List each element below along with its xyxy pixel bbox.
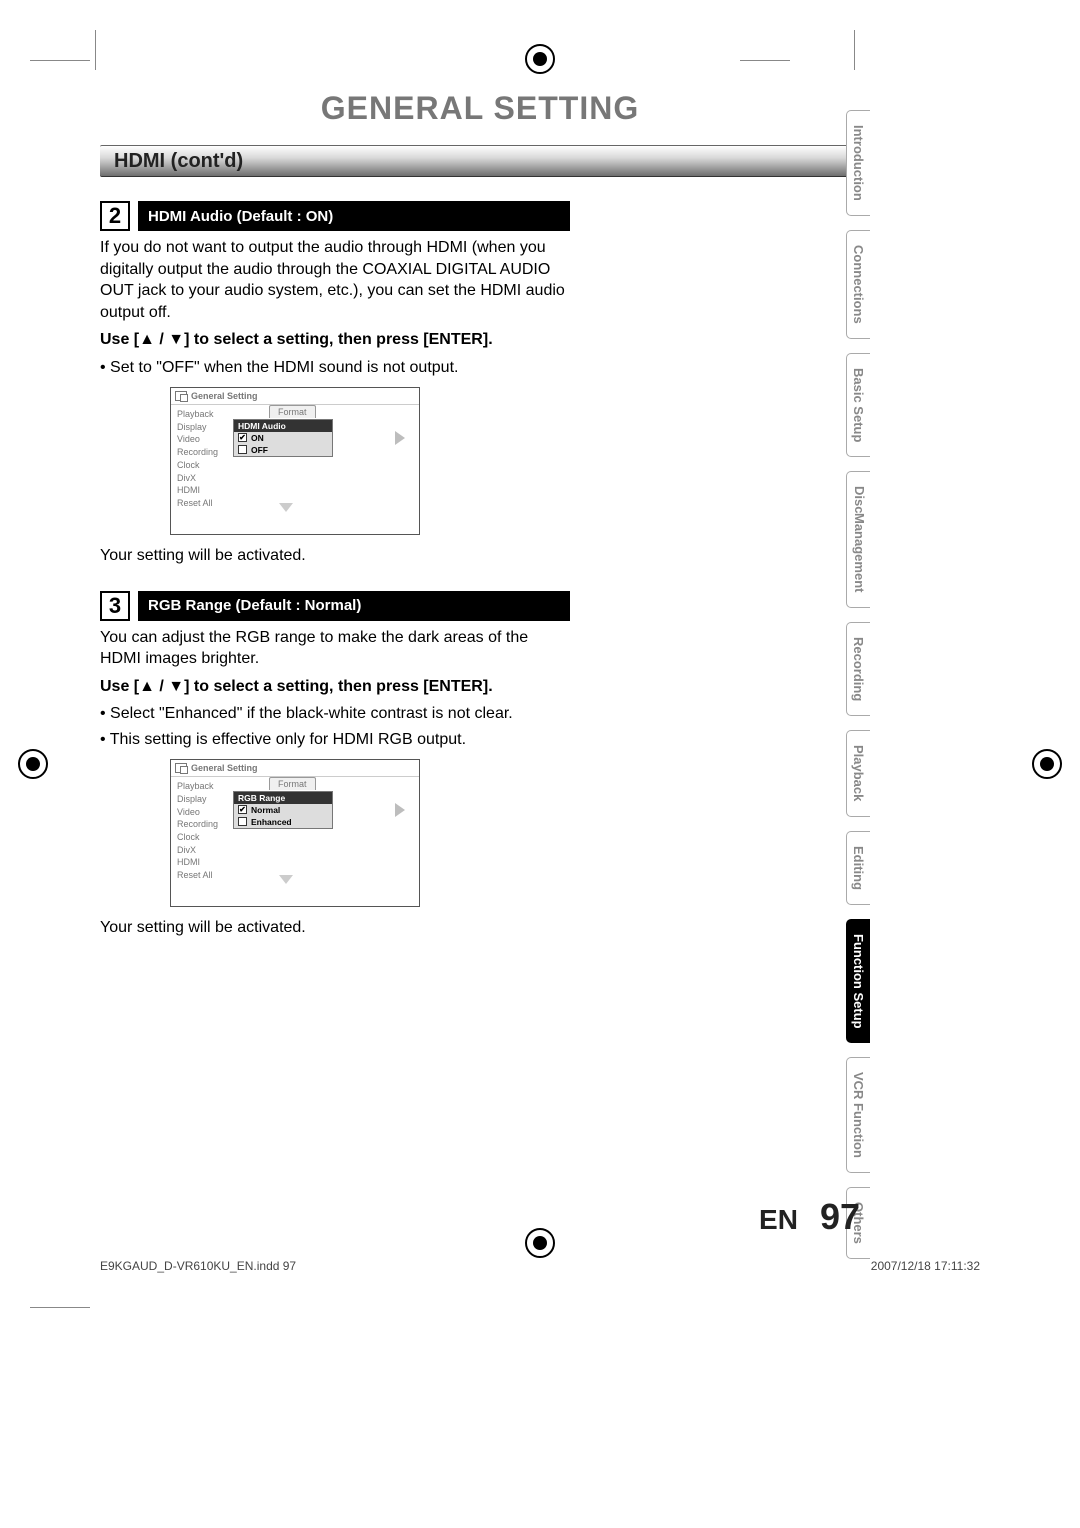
window-icon	[175, 391, 187, 401]
osd-menu-item: Video	[177, 434, 229, 447]
osd-menu: Playback Display Video Recording Clock D…	[177, 781, 229, 883]
side-tab-playback[interactable]: Playback	[846, 730, 870, 816]
side-tab-function-setup[interactable]: Function Setup	[846, 919, 870, 1044]
bullet-item: • Select "Enhanced" if the black-white c…	[100, 703, 570, 725]
osd-menu-item: Video	[177, 806, 229, 819]
side-tabs: Introduction Connections Basic Setup Dis…	[846, 110, 870, 1259]
popup-option-label: ON	[251, 433, 264, 443]
popup-title: HDMI Audio	[234, 420, 332, 432]
section-heading-label: HDMI (cont'd)	[114, 150, 243, 173]
page-footer: EN 97	[759, 1196, 860, 1238]
step-number: 2	[100, 201, 130, 231]
arrow-right-icon	[395, 431, 405, 445]
osd-menu-item: DivX	[177, 844, 229, 857]
popup-option-label: Normal	[251, 805, 280, 815]
side-tab-line: Management	[851, 513, 866, 592]
window-icon	[175, 763, 187, 773]
osd-menu-item: DivX	[177, 472, 229, 485]
side-tab-basic-setup[interactable]: Basic Setup	[846, 353, 870, 457]
section-heading: HDMI (cont'd)	[100, 145, 860, 177]
registration-mark-icon	[1032, 749, 1062, 779]
osd-menu-item: Clock	[177, 459, 229, 472]
side-tab-vcr-function[interactable]: VCR Function	[846, 1057, 870, 1173]
page-number: 97	[820, 1196, 860, 1238]
osd-menu-item: Recording	[177, 819, 229, 832]
popup-option: ✔ ON	[234, 432, 332, 444]
osd-popup: HDMI Audio ✔ ON OFF	[233, 419, 333, 457]
osd-screenshot: General Setting Playback Display Video R…	[170, 387, 420, 536]
popup-option-label: Enhanced	[251, 817, 292, 827]
osd-menu-item: Recording	[177, 447, 229, 460]
osd-menu-item: Display	[177, 793, 229, 806]
side-tab-introduction[interactable]: Introduction	[846, 110, 870, 216]
step-description: You can adjust the RGB range to make the…	[100, 627, 570, 670]
step-header: 3 RGB Range (Default : Normal)	[100, 591, 570, 621]
print-footer-timestamp: 2007/12/18 17:11:32	[871, 1259, 980, 1273]
popup-option-label: OFF	[251, 445, 268, 455]
arrow-down-icon	[279, 875, 293, 884]
osd-menu-item: Playback	[177, 409, 229, 422]
side-tab-editing[interactable]: Editing	[846, 831, 870, 905]
osd-menu: Playback Display Video Recording Clock D…	[177, 409, 229, 511]
step-header: 2 HDMI Audio (Default : ON)	[100, 201, 570, 231]
bullet-item: • Set to "OFF" when the HDMI sound is no…	[100, 357, 570, 379]
registration-mark-icon	[18, 749, 48, 779]
osd-menu-item: Reset All	[177, 497, 229, 510]
osd-title: General Setting	[191, 391, 258, 401]
step-closing: Your setting will be activated.	[100, 917, 570, 939]
osd-tab: Format	[269, 777, 316, 790]
osd-menu-item: Display	[177, 421, 229, 434]
arrow-down-icon	[279, 503, 293, 512]
bullet-item: • This setting is effective only for HDM…	[100, 729, 570, 751]
step-instruction: Use [▲ / ▼] to select a setting, then pr…	[100, 676, 570, 698]
registration-mark-icon	[525, 1228, 555, 1258]
step-instruction: Use [▲ / ▼] to select a setting, then pr…	[100, 329, 570, 351]
osd-title: General Setting	[191, 763, 258, 773]
print-footer: E9KGAUD_D-VR610KU_EN.indd 97 2007/12/18 …	[100, 1259, 980, 1273]
osd-popup: RGB Range ✔ Normal Enhanced	[233, 791, 333, 829]
arrow-right-icon	[395, 803, 405, 817]
popup-title: RGB Range	[234, 792, 332, 804]
osd-screenshot: General Setting Playback Display Video R…	[170, 759, 420, 908]
side-tab-connections[interactable]: Connections	[846, 230, 870, 339]
side-tab-disc-management[interactable]: Disc Management	[846, 471, 870, 608]
step-title: RGB Range (Default : Normal)	[138, 591, 570, 621]
print-footer-file: E9KGAUD_D-VR610KU_EN.indd 97	[100, 1259, 296, 1273]
step-closing: Your setting will be activated.	[100, 545, 570, 567]
popup-option: Enhanced	[234, 816, 332, 828]
osd-menu-item: Playback	[177, 781, 229, 794]
page-language: EN	[759, 1204, 798, 1236]
checkbox-icon	[238, 817, 247, 826]
osd-menu-item: HDMI	[177, 857, 229, 870]
step-description: If you do not want to output the audio t…	[100, 237, 570, 323]
checkbox-icon: ✔	[238, 805, 247, 814]
step-title: HDMI Audio (Default : ON)	[138, 201, 570, 231]
popup-option: ✔ Normal	[234, 804, 332, 816]
osd-menu-item: Clock	[177, 831, 229, 844]
osd-menu-item: HDMI	[177, 485, 229, 498]
registration-mark-icon	[525, 44, 555, 74]
step-number: 3	[100, 591, 130, 621]
popup-option: OFF	[234, 444, 332, 456]
side-tab-recording[interactable]: Recording	[846, 622, 870, 716]
checkbox-icon	[238, 445, 247, 454]
page-title: GENERAL SETTING	[100, 90, 860, 127]
side-tab-line: Disc	[851, 486, 866, 513]
checkbox-icon: ✔	[238, 433, 247, 442]
osd-menu-item: Reset All	[177, 869, 229, 882]
osd-tab: Format	[269, 405, 316, 418]
